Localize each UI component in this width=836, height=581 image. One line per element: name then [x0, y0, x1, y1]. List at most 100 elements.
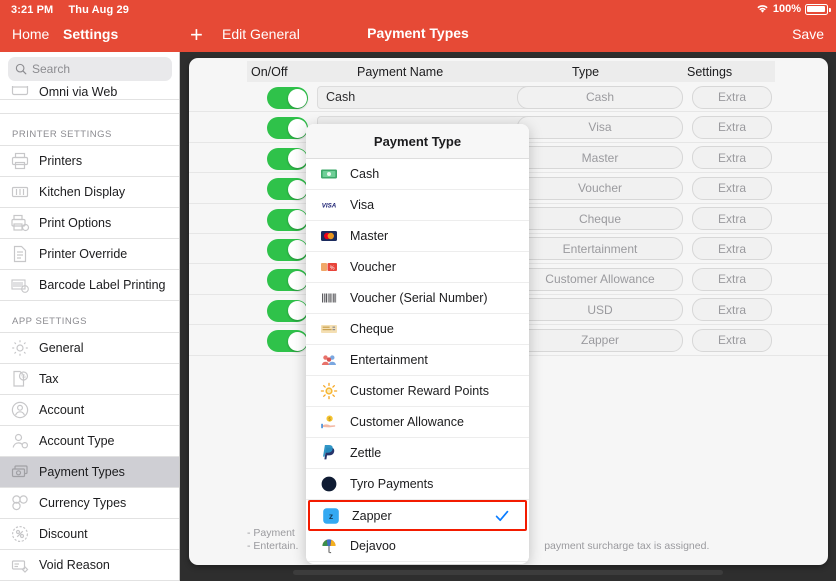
status-right: 100% — [756, 3, 831, 15]
popover-item-tyro-payments[interactable]: Tyro Payments — [306, 469, 529, 500]
payment-type-button[interactable]: Cheque — [517, 207, 683, 231]
search-input[interactable]: Search — [8, 57, 172, 81]
payment-type-button[interactable]: Voucher — [517, 176, 683, 200]
barcode-icon — [10, 275, 30, 295]
sidebar-item-print-options[interactable]: Print Options — [0, 208, 179, 239]
gear-icon — [10, 338, 30, 358]
zettle-icon — [320, 444, 338, 462]
popover-item-label: Zettle — [350, 446, 382, 460]
payment-types-panel: On/Off Payment Name Type Settings Cash C… — [189, 58, 828, 565]
save-button[interactable]: Save — [792, 26, 824, 42]
popover-item-label: Master — [350, 229, 389, 243]
row-toggle[interactable] — [267, 178, 308, 201]
popover-item-entertainment[interactable]: Entertainment — [306, 345, 529, 376]
sidebar-item-void-reason[interactable]: Void Reason — [0, 550, 179, 581]
sidebar-item-general[interactable]: General — [0, 333, 179, 364]
popover-item-voucher[interactable]: % Voucher — [306, 252, 529, 283]
battery-icon — [805, 3, 831, 15]
column-header-type: Type — [572, 64, 600, 79]
sidebar-list: Omni via Web PRINTER SETTINGS Printers K… — [0, 80, 179, 581]
reward-points-icon — [320, 382, 338, 400]
sidebar-divider — [0, 100, 179, 114]
sidebar-item-label: General — [39, 341, 84, 355]
sidebar-item-printer-override[interactable]: Printer Override — [0, 239, 179, 270]
extra-settings-button[interactable]: Extra — [692, 115, 772, 139]
popover-title: Payment Type — [306, 124, 529, 159]
popover-item-visa[interactable]: VISA Visa — [306, 190, 529, 221]
sidebar-item-barcode-label-printing[interactable]: Barcode Label Printing — [0, 270, 179, 301]
status-bar: 3:21 PM Thu Aug 29 100% — [0, 0, 836, 20]
payment-type-button[interactable]: Master — [517, 146, 683, 170]
footnote-line-2-tail: payment surcharge tax is assigned. — [544, 540, 710, 552]
account-type-icon — [10, 431, 30, 451]
popover-item-label: Voucher (Serial Number) — [350, 291, 488, 305]
popover-item-cash[interactable]: Cash — [306, 159, 529, 190]
row-toggle[interactable] — [267, 330, 308, 353]
extra-settings-button[interactable]: Extra — [692, 146, 772, 170]
sidebar-item-label: Omni via Web — [39, 85, 118, 99]
payment-type-button[interactable]: Cash — [517, 85, 683, 109]
row-toggle[interactable] — [267, 147, 308, 170]
account-icon — [10, 400, 30, 420]
payment-type-button[interactable]: Entertainment — [517, 237, 683, 261]
navigation-bar: Home Settings + Edit General Payment Typ… — [0, 20, 836, 52]
sidebar-item-printers[interactable]: Printers — [0, 146, 179, 177]
sidebar-item-account[interactable]: Account — [0, 395, 179, 426]
row-toggle[interactable] — [267, 238, 308, 261]
status-left: 3:21 PM Thu Aug 29 — [11, 4, 129, 16]
row-toggle[interactable] — [267, 117, 308, 140]
sidebar-item-tax[interactable]: % Tax — [0, 364, 179, 395]
popover-item-dejavoo[interactable]: Dejavoo — [306, 531, 529, 562]
extra-settings-button[interactable]: Extra — [692, 85, 772, 109]
sidebar-item-label: Printer Override — [39, 247, 128, 261]
popover-item-label: Zapper — [352, 508, 392, 523]
payment-types-icon — [10, 462, 30, 482]
footnote-line-2-head: - Entertain. — [247, 540, 299, 552]
voucher-ticket-icon: % — [320, 258, 338, 276]
popover-item-zettle[interactable]: Zettle — [306, 438, 529, 469]
status-time: 3:21 PM — [11, 4, 54, 16]
sidebar-section-header-app: APP SETTINGS — [0, 301, 179, 333]
sidebar-item-account-type[interactable]: Account Type — [0, 426, 179, 457]
popover-item-label: Voucher — [350, 260, 396, 274]
row-toggle[interactable] — [267, 299, 308, 322]
svg-text:%: % — [21, 374, 26, 380]
search-placeholder: Search — [32, 62, 71, 76]
column-header-payment-name: Payment Name — [357, 64, 444, 79]
row-toggle[interactable] — [267, 269, 308, 292]
sidebar-item-currency-types[interactable]: Currency Types — [0, 488, 179, 519]
popover-item-cheque[interactable]: Cheque — [306, 314, 529, 345]
row-toggle[interactable] — [267, 87, 308, 109]
popover-item-voucher-serial-number[interactable]: Voucher (Serial Number) — [306, 283, 529, 314]
payment-type-button[interactable]: Customer Allowance — [517, 267, 683, 291]
cheque-icon — [320, 320, 338, 338]
extra-settings-button[interactable]: Extra — [692, 237, 772, 261]
payment-type-button[interactable]: Visa — [517, 115, 683, 139]
extra-settings-button[interactable]: Extra — [692, 176, 772, 200]
printer-override-icon — [10, 244, 30, 264]
sidebar-item-label: Printers — [39, 154, 83, 168]
payment-type-button[interactable]: Zapper — [517, 328, 683, 352]
popover-item-zapper[interactable]: z Zapper — [308, 500, 527, 531]
app-root: 3:21 PM Thu Aug 29 100% Home Settings + … — [0, 0, 836, 581]
extra-settings-button[interactable]: Extra — [692, 298, 772, 322]
popover-item-label: Visa — [350, 198, 375, 212]
popover-item-label: Dejavoo — [350, 539, 396, 553]
status-date: Thu Aug 29 — [68, 4, 129, 16]
row-toggle[interactable] — [267, 208, 308, 231]
popover-item-master[interactable]: Master — [306, 221, 529, 252]
sidebar-item-discount[interactable]: Discount — [0, 519, 179, 550]
sidebar-item-label: Discount — [39, 527, 88, 541]
discount-icon — [10, 524, 30, 544]
extra-settings-button[interactable]: Extra — [692, 328, 772, 352]
sidebar-item-label: Kitchen Display — [39, 185, 126, 199]
popover-item-customer-allowance[interactable]: $ Customer Allowance — [306, 407, 529, 438]
payment-type-button[interactable]: USD — [517, 298, 683, 322]
cash-icon — [320, 165, 338, 183]
sidebar-item-payment-types[interactable]: Payment Types — [0, 457, 179, 488]
extra-settings-button[interactable]: Extra — [692, 207, 772, 231]
sidebar-item-kitchen-display[interactable]: Kitchen Display — [0, 177, 179, 208]
extra-settings-button[interactable]: Extra — [692, 267, 772, 291]
visa-icon: VISA — [320, 196, 338, 214]
popover-item-customer-reward-points[interactable]: Customer Reward Points — [306, 376, 529, 407]
